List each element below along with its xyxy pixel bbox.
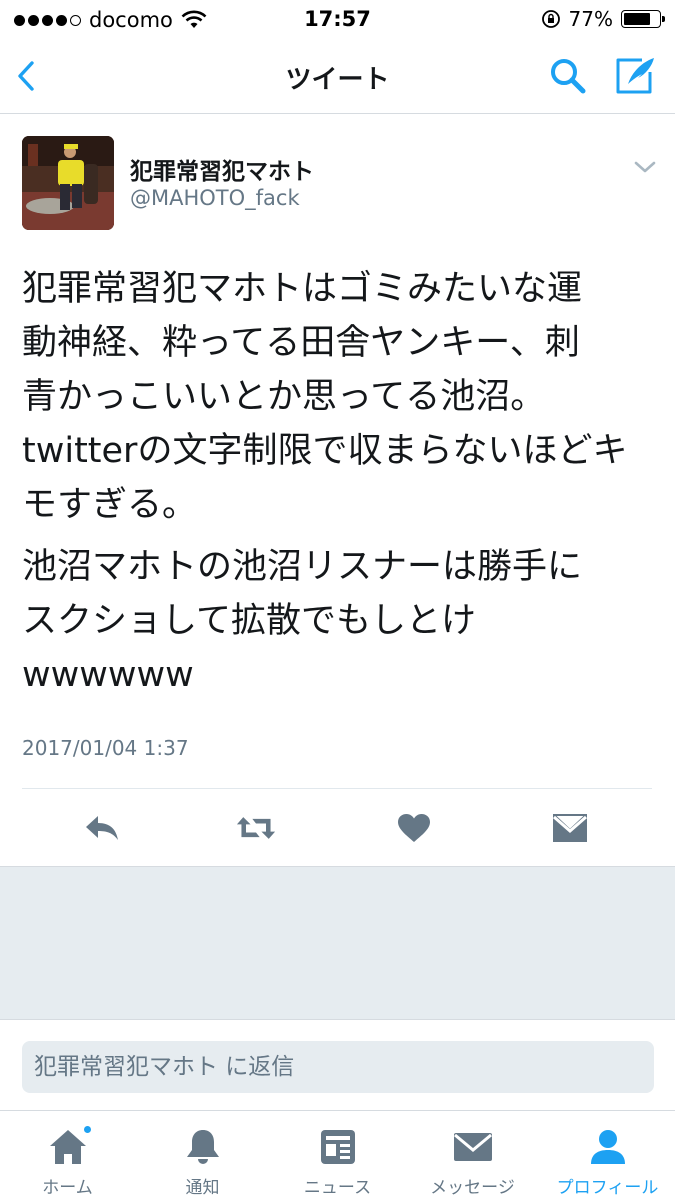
tab-label: ニュース [303,1178,372,1198]
battery-percent: 77% [568,7,613,31]
tweet-line: twitterの文字制限で収まらないほどキ [22,431,628,471]
direct-message-button[interactable] [550,810,590,846]
tab-home[interactable]: ホーム [0,1111,135,1200]
tab-notifications[interactable]: 通知 [135,1111,270,1200]
reply-button[interactable] [82,810,122,846]
reply-icon [86,816,118,840]
person-icon [587,1127,629,1167]
tab-news[interactable]: ニュース [270,1111,405,1200]
tweet-text: 犯罪常習犯マホトはゴミみたいな運 動神経、粋ってる田舎ヤンキー、刺 青かっこいい… [22,262,662,710]
tweet-line: モすぎる。 [22,485,198,525]
user-handle[interactable]: @MAHOTO_fack [130,186,300,210]
battery-fill [624,13,651,25]
status-bar: docomo 17:57 77% [0,0,675,40]
notification-dot [81,1124,93,1135]
tab-label: プロフィール [556,1178,659,1198]
avatar-image [22,136,114,230]
nav-bar: ツイート [0,40,675,114]
retweet-icon [236,817,276,839]
tweet-actions [0,790,675,866]
display-name[interactable]: 犯罪常習犯マホト [130,152,314,186]
reply-input[interactable] [22,1041,654,1093]
battery-icon [621,10,665,28]
reply-composer [0,1020,675,1110]
tweet-paragraph-1: 犯罪常習犯マホトはゴミみたいな運 動神経、粋ってる田舎ヤンキー、刺 青かっこいい… [22,262,662,532]
avatar[interactable] [22,136,114,230]
empty-replies-area [0,866,675,1020]
tab-messages[interactable]: メッセージ [405,1111,540,1200]
tweet-line: 池沼マホトの池沼リスナーは勝手に [22,547,583,587]
chevron-down-icon[interactable] [633,159,657,175]
home-icon [47,1124,93,1167]
status-right: 77% [541,7,665,31]
like-button[interactable] [394,810,434,846]
bell-icon [182,1127,224,1167]
tab-label: ホーム [42,1178,93,1198]
tweet-paragraph-2: 池沼マホトの池沼リスナーは勝手に スクショして拡散でもしとけ wwwwww [22,540,662,702]
heart-icon [398,814,430,842]
mail-icon [553,814,587,842]
tab-label: メッセージ [430,1178,515,1198]
tab-bar: ホーム 通知 ニュース メッセージ プロフィール [0,1110,675,1200]
tweet-line: 犯罪常習犯マホトはゴミみたいな運 [22,269,583,309]
compose-tweet-icon[interactable] [612,54,658,98]
tweet-line: 青かっこいいとか思ってる池沼。 [22,377,546,417]
tab-profile[interactable]: プロフィール [540,1111,675,1200]
tab-label: 通知 [185,1178,220,1198]
rotation-lock-icon [541,10,560,28]
mail-icon [452,1127,494,1167]
divider [22,788,652,789]
news-icon [317,1127,359,1167]
search-icon[interactable] [548,56,588,96]
tweet-line: スクショして拡散でもしとけ [22,601,476,641]
retweet-button[interactable] [236,810,276,846]
tweet-line: wwwwww [22,655,194,695]
tweet-timestamp: 2017/01/04 1:37 [22,736,189,760]
tweet-line: 動神経、粋ってる田舎ヤンキー、刺 [22,323,580,363]
